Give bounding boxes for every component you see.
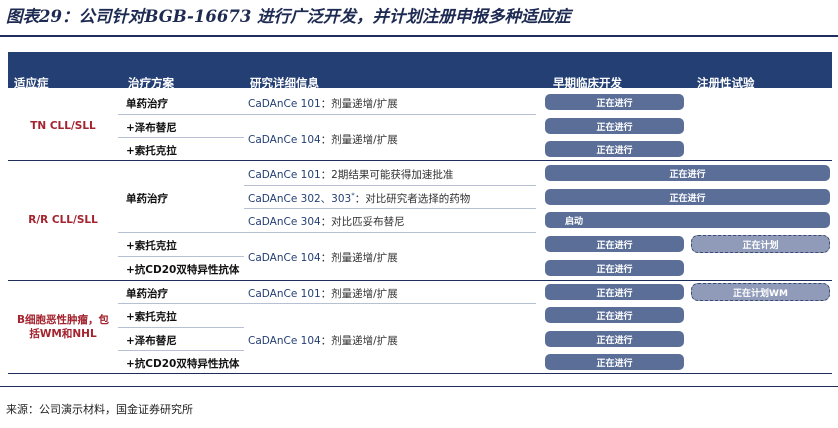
row-divider bbox=[118, 350, 244, 351]
title-divider bbox=[0, 35, 838, 37]
group-divider bbox=[8, 160, 832, 161]
status-bar: 正在进行 bbox=[545, 236, 684, 252]
row-divider bbox=[244, 114, 536, 115]
status-bar: 正在进行 bbox=[545, 141, 684, 157]
header-indication: 适应症 bbox=[14, 76, 49, 90]
group-divider bbox=[8, 280, 832, 281]
indication-tn-cll: TN CLL/SLL bbox=[30, 119, 96, 132]
status-bar: 正在进行 bbox=[545, 165, 830, 181]
row-divider bbox=[118, 114, 244, 115]
therapy-item: +索托克拉 bbox=[126, 240, 177, 252]
row-divider bbox=[244, 208, 536, 209]
status-bar: 正在进行 bbox=[545, 331, 684, 347]
row-divider bbox=[244, 303, 536, 304]
therapy-item: +抗CD20双特异性抗体 bbox=[126, 358, 240, 370]
status-bar: 正在进行 bbox=[545, 284, 684, 300]
row-divider bbox=[118, 137, 244, 138]
study-item: CaDAnCe 101：剂量递增/扩展 bbox=[248, 98, 398, 110]
therapy-item: +索托克拉 bbox=[126, 311, 177, 323]
status-bar-planned: 正在计划 bbox=[691, 235, 830, 253]
indication-b-cell: B细胞恶性肿瘤，包括WM和NHL bbox=[16, 313, 109, 340]
row-divider bbox=[118, 232, 244, 233]
header-registration: 注册性试验 bbox=[697, 76, 755, 90]
indication-rr-cll: R/R CLL/SLL bbox=[28, 214, 98, 227]
therapy-item: 单药治疗 bbox=[126, 193, 168, 205]
therapy-item: +索托克拉 bbox=[126, 145, 177, 157]
bottom-divider bbox=[0, 386, 838, 387]
study-item: CaDAnCe 104：剂量递增/扩展 bbox=[248, 335, 398, 347]
therapy-item: 单药治疗 bbox=[126, 98, 168, 110]
row-divider bbox=[244, 232, 536, 233]
source-note: 来源：公司演示材料，国金证券研究所 bbox=[6, 403, 193, 416]
therapy-item: +抗CD20双特异性抗体 bbox=[126, 264, 240, 276]
study-item: CaDAnCe 101：剂量递增/扩展 bbox=[248, 288, 398, 300]
therapy-item: 单药治疗 bbox=[126, 288, 168, 300]
status-bar: 正在进行 bbox=[545, 118, 684, 134]
status-bar: 正在进行 bbox=[545, 260, 684, 276]
figure-title: 图表29：公司针对BGB-16673 进行广泛开发，并计划注册申报多种适应症 bbox=[6, 7, 571, 26]
study-item: CaDAnCe 104：剂量递增/扩展 bbox=[248, 252, 398, 264]
header-therapy: 治疗方案 bbox=[128, 76, 174, 90]
status-bar: 正在进行 bbox=[545, 189, 830, 205]
study-item: CaDAnCe 304：对比匹妥布替尼 bbox=[248, 216, 405, 228]
study-item: CaDAnCe 101：2期结果可能获得加速批准 bbox=[248, 169, 454, 181]
therapy-item: +泽布替尼 bbox=[126, 122, 177, 134]
study-item: CaDAnCe 104：剂量递增/扩展 bbox=[248, 134, 398, 146]
row-divider bbox=[118, 327, 244, 328]
status-bar: 启动 bbox=[545, 212, 830, 228]
row-divider bbox=[118, 256, 244, 257]
row-divider bbox=[118, 303, 244, 304]
status-bar: 正在进行 bbox=[545, 354, 684, 370]
status-bar: 正在进行 bbox=[545, 307, 684, 323]
header-early-clinical: 早期临床开发 bbox=[553, 76, 622, 90]
header-study: 研究详细信息 bbox=[250, 76, 319, 90]
status-bar-planned: 正在计划WM bbox=[691, 283, 830, 301]
therapy-item: +泽布替尼 bbox=[126, 335, 177, 347]
group-divider bbox=[8, 373, 832, 374]
study-item: CaDAnCe 302、303*：对比研究者选择的药物 bbox=[248, 191, 471, 206]
row-divider bbox=[244, 185, 536, 186]
status-bar: 正在进行 bbox=[545, 94, 684, 110]
